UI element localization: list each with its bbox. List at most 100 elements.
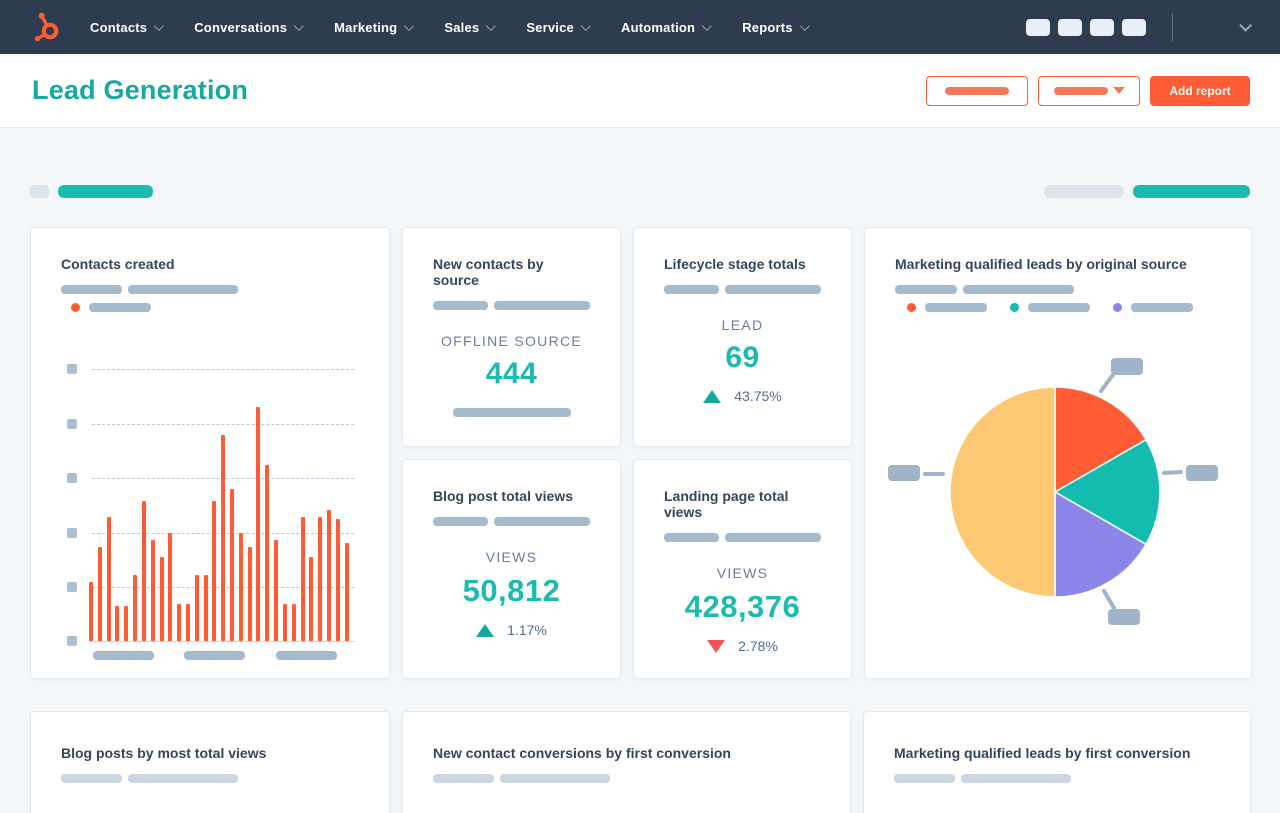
subtitle-placeholder [724,533,821,542]
nav-item-sales[interactable]: Sales [444,20,497,35]
pie-chart-svg [888,358,1218,625]
pie-slice [949,386,1056,598]
card-landing-page-total-views: Landing page total views VIEWS 428,376 2… [633,459,852,679]
hubspot-logo-icon[interactable] [30,10,64,44]
callout-label-placeholder [1186,465,1218,481]
x-axis-label-placeholder [276,651,337,660]
button-label-placeholder [1053,86,1108,95]
y-axis-tick-placeholder [67,364,77,374]
callout-line [1102,589,1116,610]
nav-item-contacts[interactable]: Contacts [90,20,165,35]
nav-item-service[interactable]: Service [526,20,591,35]
metric-value: 428,376 [684,589,801,624]
filter-placeholder[interactable] [30,185,49,198]
toolbar-left-filters [30,185,153,198]
subtitle-placeholder [493,301,590,310]
bar [344,543,349,641]
metric-value: 50,812 [462,573,561,608]
x-axis-line [89,641,354,642]
toolbar-icon-placeholder[interactable] [1026,18,1050,36]
metric-label: VIEWS [716,565,769,581]
bar [318,517,323,641]
toolbar-icon-placeholder[interactable] [1058,18,1082,36]
y-axis-tick-placeholder [67,582,77,592]
card-subtitle-placeholders [664,533,821,542]
subtitle-placeholder [963,285,1074,294]
header-dropdown-button[interactable] [1038,75,1140,106]
toolbar-icon-placeholder[interactable] [1122,18,1146,36]
card-new-contacts-by-source: New contacts by source OFFLINE SOURCE 44… [402,227,621,447]
subtitle-placeholder [664,285,719,294]
page-header: Lead Generation Add report [0,54,1280,128]
bar [106,517,111,641]
legend-label-placeholder [925,303,987,312]
card-subtitle-placeholders [895,285,1221,294]
bar [185,604,190,641]
nav-item-reports[interactable]: Reports [742,20,810,35]
card-title: Marketing qualified leads by first conve… [894,745,1191,761]
metric-label: OFFLINE SOURCE [440,333,583,349]
account-chevron-down-icon[interactable] [1239,18,1252,32]
subtitle-placeholder [664,533,719,542]
legend-label-placeholder [1131,303,1193,312]
bar [300,517,305,641]
legend-label-placeholder [89,303,151,312]
metric-body: OFFLINE SOURCE 444 [433,333,590,417]
dashboard-grid-top: Contacts created New contacts by source … [30,227,1252,679]
card-new-contact-conversions: New contact conversions by first convers… [402,711,851,813]
bar [230,489,234,641]
header-actions: Add report [926,75,1250,106]
header-ghost-button[interactable] [926,75,1028,106]
legend-item [71,303,151,312]
metric-label: VIEWS [485,549,538,565]
card-subtitle-placeholders [61,285,359,294]
bar [124,606,129,641]
caret-down-icon [1112,87,1125,94]
change-value: 1.17% [507,622,547,638]
legend-label-placeholder [1028,303,1090,312]
nav-item-conversations[interactable]: Conversations [194,20,304,35]
toolbar-icon-placeholder[interactable] [1090,18,1114,36]
bar [309,557,314,641]
chevron-down-icon [702,20,713,31]
card-title: Landing page total views [664,488,789,520]
bar [291,604,296,641]
callout-line [1099,370,1117,393]
legend-dot-icon [71,303,80,312]
card-mql-by-first-conversion: Marketing qualified leads by first conve… [863,711,1251,813]
subtitle-placeholder [433,301,488,310]
navbar-tools [1018,13,1260,41]
bar [212,501,217,641]
card-title: Contacts created [61,256,175,272]
pie-chart [865,320,1251,650]
bar [256,407,261,641]
subtitle-placeholder [895,285,957,294]
trend-arrow-icon [476,623,495,637]
nav-item-automation[interactable]: Automation [621,20,713,35]
bar [274,540,279,641]
change-value: 43.75% [734,388,782,404]
card-subtitle-placeholders [61,774,359,783]
pie-legend [907,303,1221,312]
dashboard-content: Contacts created New contacts by source … [0,128,1280,813]
metric-value: 69 [725,341,760,374]
bar [326,510,331,641]
chevron-down-icon [799,20,810,31]
x-axis-label-placeholder [93,651,154,660]
active-filter-placeholder[interactable] [58,185,153,198]
card-title: Lifecycle stage totals [664,256,806,272]
nav-item-marketing[interactable]: Marketing [334,20,415,35]
add-report-button[interactable]: Add report [1150,75,1250,106]
metric-footer-placeholder [452,408,571,417]
card-subtitle-placeholders [433,517,590,526]
card-mql-by-original-source: Marketing qualified leads by original so… [864,227,1252,679]
navbar-divider [1172,13,1173,41]
chart-legend [71,303,359,312]
active-filter-placeholder[interactable] [1133,185,1250,198]
bar [221,435,226,641]
x-axis-label-placeholder [184,651,245,660]
bar [177,604,182,641]
bar [194,575,199,641]
filter-placeholder[interactable] [1044,185,1124,198]
main-menu: Contacts Conversations Marketing Sales S… [90,20,810,35]
